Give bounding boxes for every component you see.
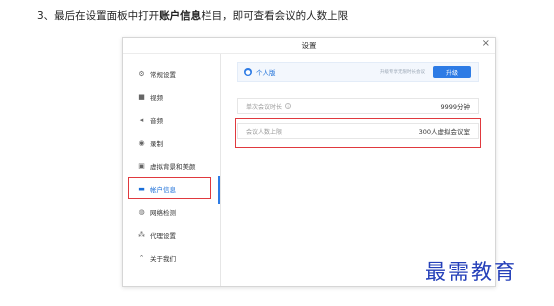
sidebar-item-network[interactable]: ◍ 网络检测 (137, 205, 176, 219)
instruction-prefix: 3、最后在设置面板中打开 (37, 10, 160, 22)
sidebar-item-general[interactable]: ⚙ 常规设置 (137, 67, 176, 81)
proxy-icon: ⁂ (138, 231, 145, 239)
sidebar-item-video[interactable]: ■ 视频 (137, 90, 163, 104)
sidebar-item-label: 虚拟背景和美颜 (150, 163, 196, 171)
network-icon: ◍ (138, 208, 145, 216)
video-icon: ■ (138, 93, 145, 101)
sidebar-item-background[interactable]: ▣ 虚拟背景和美颜 (137, 159, 196, 173)
upgrade-button[interactable]: 升级 (433, 66, 471, 78)
meeting-duration-value: 9999分钟 (440, 103, 470, 111)
sidebar-item-proxy[interactable]: ⁂ 代理设置 (137, 228, 176, 242)
close-icon[interactable]: × (482, 38, 490, 49)
sidebar-item-label: 网络检测 (150, 209, 176, 217)
instruction-bold: 账户信息 (159, 10, 202, 22)
user-icon: ● (244, 68, 252, 76)
sidebar-item-audio[interactable]: ◂ 音频 (137, 113, 163, 127)
plan-banner: ● 个人版 升级专享无限时长会议 升级 (237, 62, 479, 82)
about-icon: ⌃ (138, 254, 145, 262)
highlight-box-sidebar (128, 177, 211, 199)
settings-dialog: 设置 × ⚙ 常规设置 ■ 视频 ◂ 音频 ◉ 录制 ▣ 虚拟背景和美颜 ▬ 帐… (122, 37, 496, 287)
dialog-titlebar: 设置 × (123, 38, 495, 54)
sidebar-item-record[interactable]: ◉ 录制 (137, 136, 163, 150)
upgrade-hint: 升级专享无限时长会议 (380, 70, 425, 75)
watermark-text: 最需教育 (425, 260, 517, 284)
sidebar-item-about[interactable]: ⌃ 关于我们 (137, 251, 176, 265)
gear-icon: ⚙ (138, 70, 145, 78)
record-icon: ◉ (138, 139, 145, 147)
plan-label: 个人版 (256, 69, 276, 77)
info-icon[interactable]: i (285, 103, 292, 109)
instruction-text: 3、最后在设置面板中打开账户信息栏目，即可查看会议的人数上限 (37, 8, 348, 23)
audio-icon: ◂ (139, 116, 144, 124)
highlight-box-limit (235, 118, 481, 148)
sidebar-item-label: 录制 (150, 140, 163, 148)
sidebar-item-label: 常规设置 (150, 71, 176, 79)
meeting-duration-label: 单次会议时长 (246, 103, 283, 111)
sidebar-item-label: 视频 (150, 94, 163, 102)
dialog-title: 设置 (301, 41, 317, 50)
settings-sidebar: ⚙ 常规设置 ■ 视频 ◂ 音频 ◉ 录制 ▣ 虚拟背景和美颜 ▬ 帐户信息 ◍… (123, 54, 221, 286)
sidebar-item-label: 音频 (150, 117, 163, 125)
instruction-suffix: 栏目，即可查看会议的人数上限 (201, 10, 349, 22)
account-panel: ● 个人版 升级专享无限时长会议 升级 单次会议时长 i 9999分钟 会议人数… (221, 54, 495, 286)
active-indicator (218, 176, 220, 204)
background-icon: ▣ (138, 162, 145, 170)
sidebar-item-label: 代理设置 (150, 232, 176, 240)
sidebar-item-label: 关于我们 (150, 255, 176, 263)
meeting-duration-row: 单次会议时长 i 9999分钟 (237, 98, 479, 114)
